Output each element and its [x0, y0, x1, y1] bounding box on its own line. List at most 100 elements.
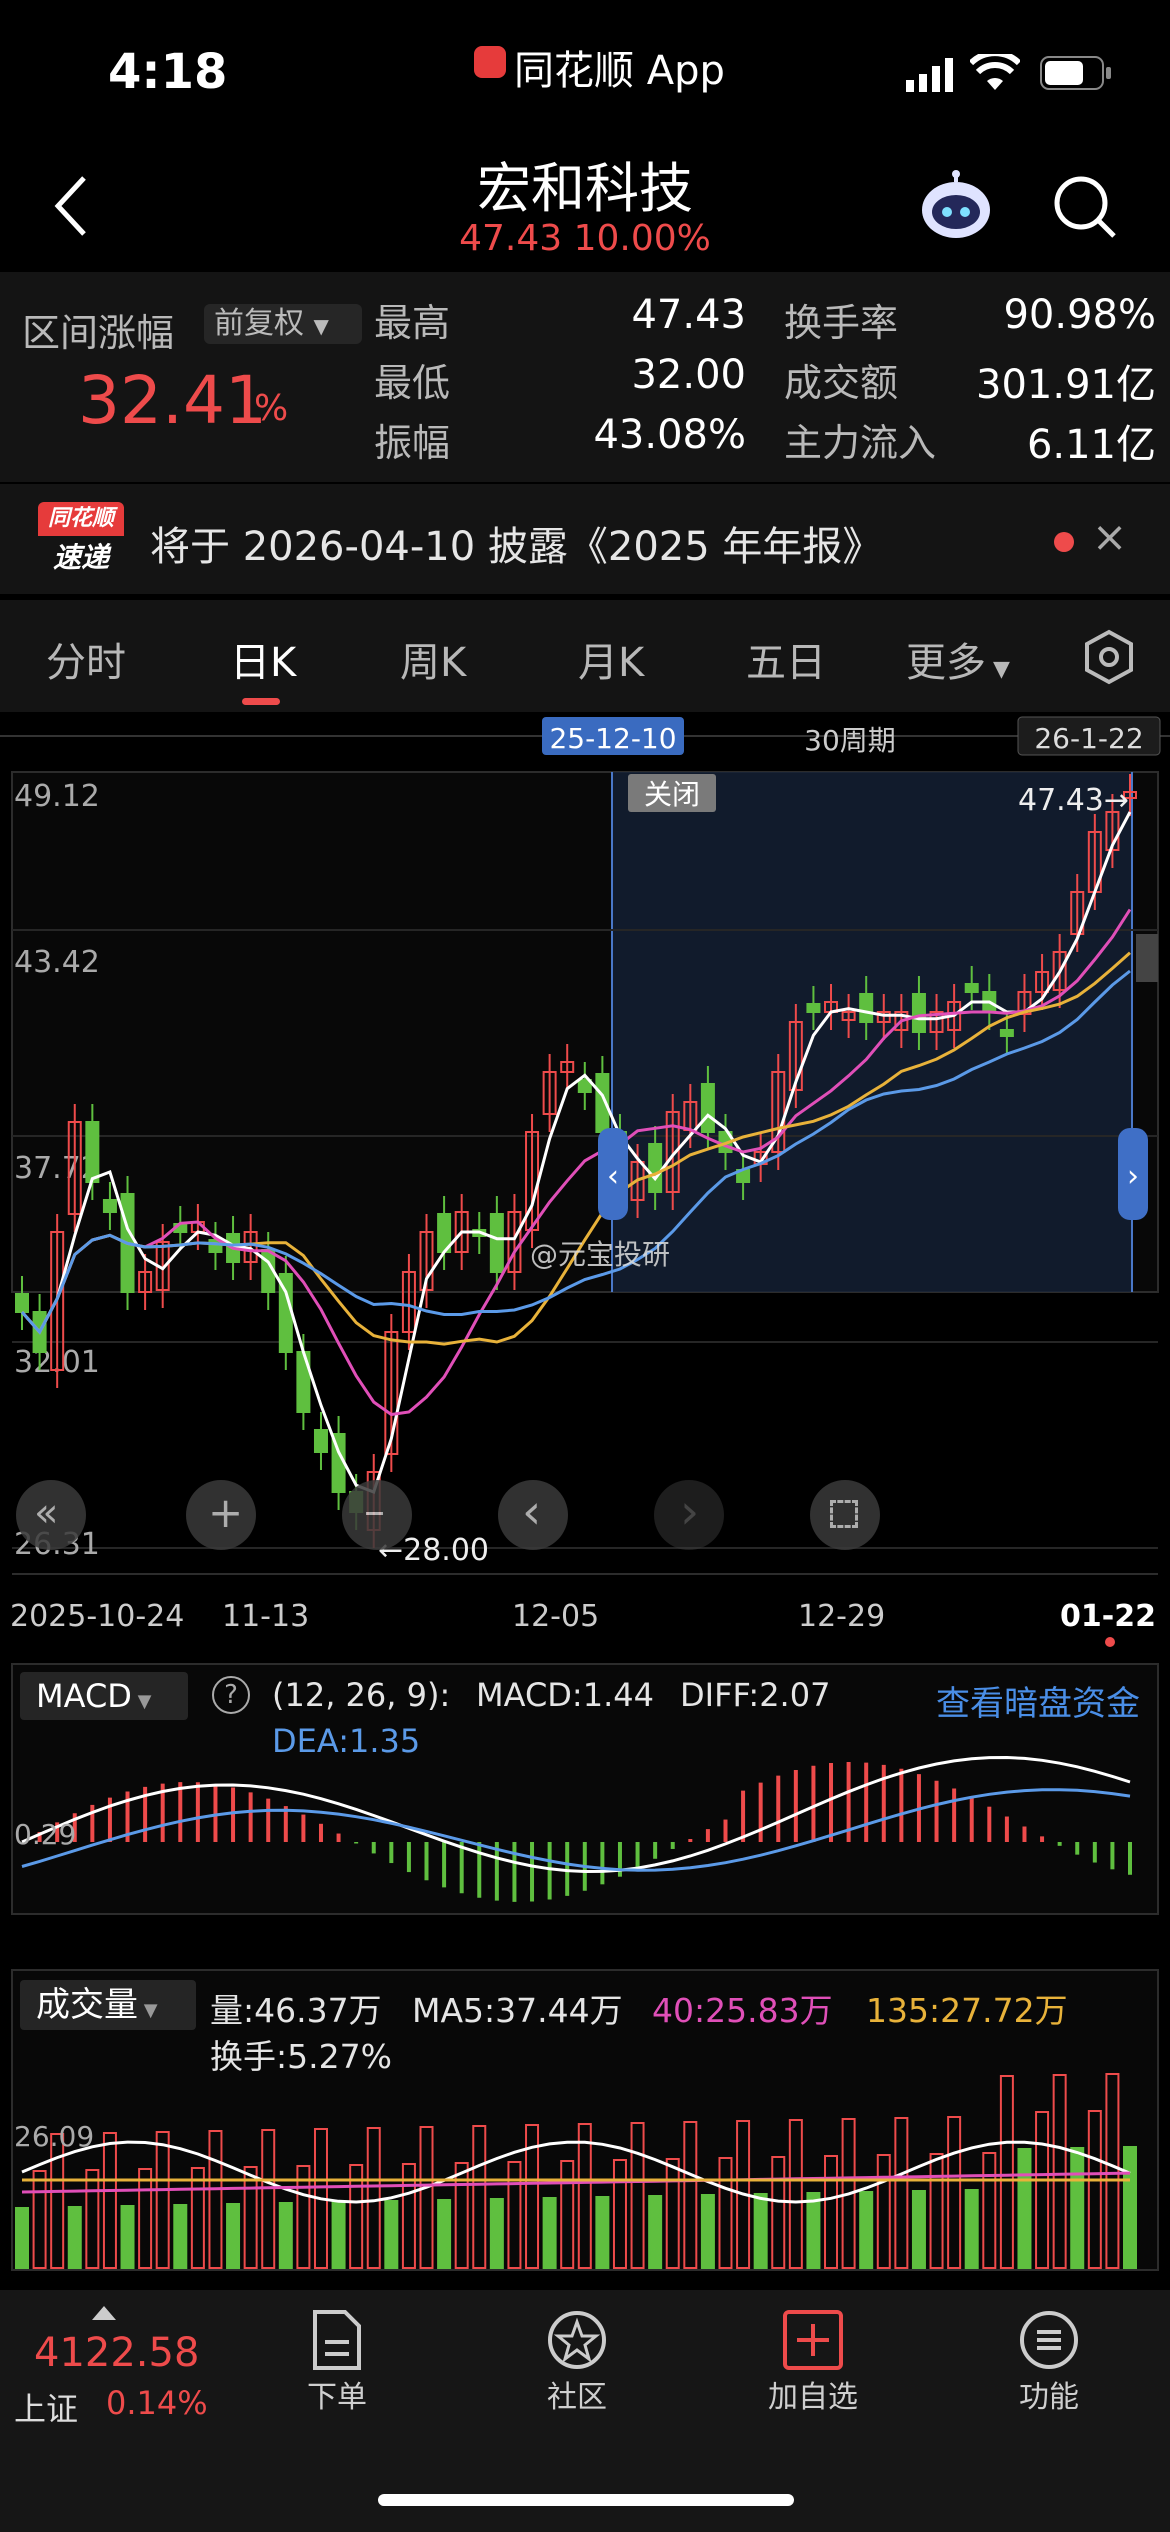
notice-badge: 同花顺 速递 — [38, 502, 124, 574]
dea-value: DEA:1.35 — [272, 1722, 421, 1760]
volume-bar — [173, 2204, 188, 2269]
double-left-icon: « — [34, 1490, 59, 1536]
fullscreen-button[interactable] — [810, 1480, 880, 1550]
volume-y-label: 26.09 — [14, 2120, 94, 2153]
volume-bar — [331, 2201, 346, 2269]
volume-value: 量:46.37万 — [210, 1991, 382, 2030]
stat-value-amount: 301.91亿 — [976, 362, 1156, 408]
nav-community-label: 社区 — [547, 2380, 607, 2415]
nav-order[interactable]: 下单 — [262, 2308, 412, 2416]
nav-functions[interactable]: 功能 — [974, 2308, 1124, 2416]
wifi-icon — [968, 50, 1022, 96]
nav-order-label: 下单 — [307, 2380, 367, 2415]
nav-add-watchlist[interactable]: 加自选 — [738, 2308, 888, 2416]
help-icon[interactable]: ? — [212, 1676, 250, 1714]
badge-bottom: 速递 — [52, 541, 109, 574]
stat-value-high: 47.43 — [631, 292, 746, 338]
chart-area: 25-12-10 30周期 26-1-22 关闭 49.12 43.42 37.… — [0, 712, 1170, 2292]
x-label-1: 11-13 — [222, 1599, 309, 1634]
notice-text: 将于 2026-04-10 披露《2025 年年报》 — [150, 524, 883, 570]
zoom-in-button[interactable]: + — [186, 1480, 256, 1550]
turnover-value: 换手:5.27% — [210, 2037, 392, 2076]
stat-value-amplitude: 43.08% — [593, 412, 746, 458]
volume-bar — [542, 2197, 557, 2269]
caret-down-icon: ▼ — [138, 2000, 158, 2021]
adjust-label: 前复权 — [214, 306, 304, 341]
volume-bar — [595, 2196, 610, 2269]
robot-assistant-icon[interactable] — [918, 170, 994, 244]
candle — [15, 1293, 29, 1313]
adjust-select[interactable]: 前复权 ▼ — [204, 304, 362, 344]
macd-select-label: MACD — [36, 1677, 132, 1715]
stat-label-turnover: 换手率 — [784, 301, 899, 345]
move-left-button[interactable]: ‹ — [498, 1480, 568, 1550]
range-label: 区间涨幅 — [22, 311, 175, 355]
minus-icon: – — [364, 1486, 385, 1535]
tab-month-k[interactable]: 月K — [578, 630, 644, 688]
stat-value-inflow: 6.11亿 — [1026, 422, 1156, 468]
close-range-label: 关闭 — [644, 778, 700, 811]
tab-more[interactable]: 更多 ▼ — [906, 630, 1010, 688]
macd-y-label: 0.29 — [14, 1818, 76, 1851]
volume-bar — [437, 2199, 452, 2269]
stock-header: 宏和科技 47.43 10.00% — [0, 140, 1170, 270]
nav-functions-label: 功能 — [1019, 2380, 1079, 2415]
candle — [489, 1213, 504, 1273]
range-start-label: 25-12-10 — [549, 722, 676, 755]
notice-bar[interactable]: 同花顺 速递 将于 2026-04-10 披露《2025 年年报》 × — [0, 484, 1170, 594]
caret-down-icon: ▼ — [313, 314, 329, 338]
tab-more-label: 更多 — [906, 640, 986, 686]
tab-five-day[interactable]: 五日 — [746, 630, 826, 688]
home-indicator[interactable] — [378, 2494, 794, 2506]
candle — [911, 993, 926, 1033]
volume-bar — [753, 2193, 768, 2269]
volume-bar — [964, 2189, 979, 2269]
move-right-button[interactable]: › — [654, 1480, 724, 1550]
stock-change-pct: 10.00% — [573, 218, 711, 259]
volume-bar — [859, 2191, 874, 2269]
candle — [648, 1143, 663, 1193]
candle — [85, 1121, 100, 1183]
macd-select[interactable]: MACD ▼ — [20, 1672, 188, 1720]
volume-bar — [120, 2205, 135, 2269]
x-label-3: 12-29 — [798, 1599, 885, 1634]
zoom-out-button[interactable]: – — [342, 1480, 412, 1550]
tab-week-k[interactable]: 周K — [400, 630, 466, 688]
volume-select[interactable]: 成交量 ▼ — [20, 1980, 196, 2030]
stat-value-turnover: 90.98% — [1003, 292, 1156, 338]
macd-params: (12, 26, 9): — [272, 1676, 451, 1714]
fullscreen-icon — [830, 1500, 858, 1528]
y-label-0: 49.12 — [14, 779, 100, 814]
settings-icon[interactable] — [1080, 628, 1138, 690]
zoom-out-fast-button[interactable]: « — [16, 1480, 86, 1550]
price-scroll-thumb[interactable] — [1136, 934, 1158, 982]
stat-label-amount: 成交额 — [784, 361, 899, 405]
app-logo-icon — [474, 46, 506, 78]
candle — [806, 1003, 821, 1013]
tab-fenshi[interactable]: 分时 — [46, 630, 126, 688]
badge-top: 同花顺 — [38, 502, 124, 536]
high-marker: 47.43→ — [1018, 783, 1129, 818]
search-icon[interactable] — [1052, 174, 1118, 244]
index-value[interactable]: 4122.58 — [34, 2330, 199, 2376]
close-icon[interactable]: × — [1092, 512, 1127, 561]
y-label-1: 43.42 — [14, 945, 100, 980]
dark-pool-link[interactable]: 查看暗盘资金 — [936, 1676, 1140, 1725]
volume-select-label: 成交量 — [36, 1985, 138, 2025]
caret-down-icon: ▼ — [986, 657, 1010, 682]
watermark: @元宝投研 — [530, 1238, 670, 1271]
volume-bar — [648, 2195, 663, 2269]
today-dot — [1105, 1637, 1115, 1647]
stat-value-low: 32.00 — [631, 352, 746, 398]
candle — [102, 1199, 117, 1213]
volume-bar — [911, 2190, 926, 2269]
stat-label-amplitude: 振幅 — [374, 421, 451, 465]
x-label-0: 2025-10-24 — [10, 1599, 184, 1634]
candle — [313, 1429, 328, 1453]
plus-icon: + — [208, 1488, 244, 1537]
kline-chart[interactable]: 25-12-10 30周期 26-1-22 关闭 49.12 43.42 37.… — [0, 712, 1170, 2292]
index-name: 上证 — [14, 2390, 79, 2428]
nav-community[interactable]: 社区 — [502, 2308, 652, 2416]
candle — [964, 983, 979, 993]
tab-day-k[interactable]: 日K — [230, 630, 296, 688]
